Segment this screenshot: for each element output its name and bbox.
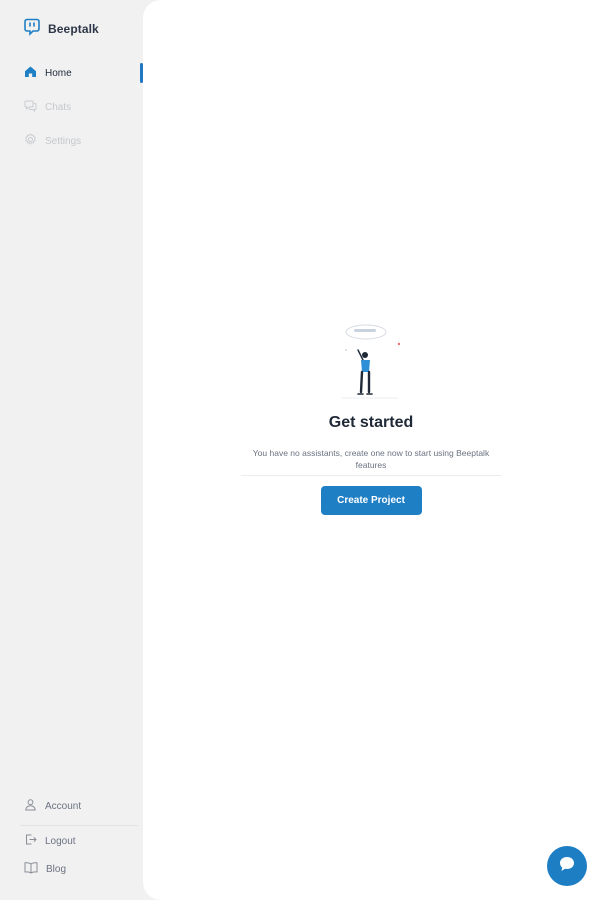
empty-state-description: You have no assistants, create one now t… <box>252 448 490 470</box>
sidebar-item-home[interactable]: Home <box>24 64 72 82</box>
book-icon <box>24 861 38 877</box>
chat-bubbles-icon <box>24 99 37 115</box>
brand-name: Beeptalk <box>48 22 99 36</box>
empty-state: Get started You have no assistants, crea… <box>143 320 599 515</box>
get-started-illustration <box>341 324 401 399</box>
sidebar-item-logout[interactable]: Logout <box>24 832 76 850</box>
sidebar-item-chats[interactable]: Chats <box>24 98 71 116</box>
user-icon <box>24 798 37 814</box>
chat-icon <box>558 855 576 878</box>
sidebar-item-label: Settings <box>45 135 82 147</box>
sidebar-item-blog[interactable]: Blog <box>24 860 66 878</box>
sidebar-item-label: Logout <box>45 835 76 847</box>
sidebar-item-account[interactable]: Account <box>24 797 81 815</box>
sidebar-item-settings[interactable]: Settings <box>24 132 81 150</box>
brand[interactable]: Beeptalk <box>24 18 99 41</box>
create-project-button[interactable]: Create Project <box>320 486 422 515</box>
empty-state-divider <box>241 475 501 476</box>
sidebar-item-label: Home <box>45 67 72 79</box>
beeptalk-logo-icon <box>24 18 40 41</box>
logout-icon <box>24 833 37 849</box>
app-root: Beeptalk Home Chats Settings Account Log… <box>0 0 599 900</box>
sidebar-item-label: Chats <box>45 101 72 113</box>
sidebar-divider <box>20 825 138 826</box>
gear-icon <box>24 133 37 149</box>
home-icon <box>24 65 37 81</box>
sidebar-item-label: Blog <box>46 863 67 875</box>
sidebar: Beeptalk Home Chats Settings Account Log… <box>0 0 145 900</box>
page-title: Get started <box>328 414 414 431</box>
chat-launcher-button[interactable] <box>547 846 587 886</box>
sidebar-item-label: Account <box>45 800 82 812</box>
main-panel: Get started You have no assistants, crea… <box>143 0 599 900</box>
